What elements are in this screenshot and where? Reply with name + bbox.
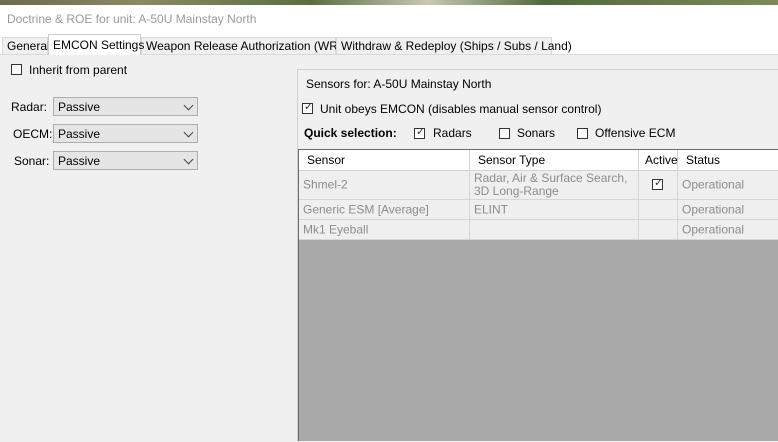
table-row[interactable]: Mk1 Eyeball — [299, 220, 470, 240]
status-cell: Operational — [682, 202, 745, 216]
column-header-status[interactable]: Status — [678, 150, 778, 171]
quick-selection-label: Quick selection: — [304, 126, 397, 140]
table-row[interactable]: Generic ESM [Average] — [299, 200, 470, 220]
status-cell-container: Operational — [678, 220, 778, 240]
check-icon: ✓ — [654, 177, 664, 189]
chevron-down-icon — [183, 154, 194, 165]
sonar-select[interactable]: Passive — [53, 151, 198, 170]
active-checkbox[interactable]: ✓ — [652, 177, 664, 190]
sensor-name-cell: Mk1 Eyeball — [303, 222, 369, 236]
sensor-type-cell-container: Radar, Air & Surface Search, 3D Long-Ran… — [470, 171, 639, 200]
radar-value: Passive — [58, 100, 101, 114]
chevron-down-icon — [183, 100, 194, 111]
sensor-type-cell: ELINT — [474, 202, 509, 216]
sensors-table[interactable]: Sensor Sensor Type Active Status Shmel-2… — [298, 149, 778, 441]
status-cell: Operational — [682, 177, 745, 192]
active-cell — [639, 200, 678, 220]
tab-withdraw-redeploy[interactable]: Withdraw & Redeploy (Ships / Subs / Land… — [336, 37, 572, 54]
radars-checkbox[interactable]: ✓ — [414, 126, 426, 139]
offensive-ecm-checkbox[interactable] — [577, 128, 588, 139]
sonars-label: Sonars — [517, 126, 556, 140]
sensor-name-cell: Shmel-2 — [303, 177, 348, 192]
tab-general[interactable]: General — [2, 37, 50, 54]
inherit-checkbox[interactable] — [11, 64, 22, 75]
oecm-select[interactable]: Passive — [53, 124, 198, 143]
sonar-value: Passive — [58, 154, 101, 168]
sensor-type-cell-container: ELINT — [470, 200, 639, 220]
status-cell: Operational — [682, 222, 745, 236]
tab-wra[interactable]: Weapon Release Authorization (WRA) — [141, 37, 350, 54]
radars-label: Radars — [433, 126, 472, 140]
title-bar: Doctrine & ROE for unit: A-50U Mainstay … — [0, 5, 778, 33]
column-header-sensor[interactable]: Sensor — [299, 150, 470, 171]
column-header-active[interactable]: Active — [639, 150, 678, 171]
sensor-type-cell: Radar, Air & Surface Search, 3D Long-Ran… — [474, 171, 628, 198]
active-cell: ✓ — [639, 171, 678, 200]
sensor-name-cell: Generic ESM [Average] — [303, 202, 429, 216]
sonars-checkbox[interactable] — [499, 128, 510, 139]
active-cell — [639, 220, 678, 240]
table-row[interactable]: Shmel-2 — [299, 171, 470, 200]
column-header-sensor-type[interactable]: Sensor Type — [470, 150, 639, 171]
status-cell-container: Operational — [678, 171, 778, 200]
status-cell-container: Operational — [678, 200, 778, 220]
oecm-label: OECM: — [13, 127, 53, 141]
chevron-down-icon — [183, 127, 194, 138]
obeys-emcon-checkbox[interactable]: ✓ — [302, 101, 314, 114]
radar-select[interactable]: Passive — [53, 97, 198, 116]
obeys-emcon-label: Unit obeys EMCON (disables manual sensor… — [320, 102, 602, 116]
check-icon: ✓ — [416, 126, 426, 138]
check-icon: ✓ — [304, 101, 314, 113]
oecm-value: Passive — [58, 127, 101, 141]
tab-emcon-settings[interactable]: EMCON Settings — [48, 34, 144, 55]
sensors-title: Sensors for: A-50U Mainstay North — [306, 77, 492, 91]
sonar-label: Sonar: — [14, 154, 50, 168]
inherit-label: Inherit from parent — [29, 63, 128, 77]
offensive-ecm-label: Offensive ECM — [595, 126, 676, 140]
window-title: Doctrine & ROE for unit: A-50U Mainstay … — [7, 12, 257, 26]
sensor-type-cell-container — [470, 220, 639, 240]
radar-label: Radar: — [11, 100, 48, 114]
